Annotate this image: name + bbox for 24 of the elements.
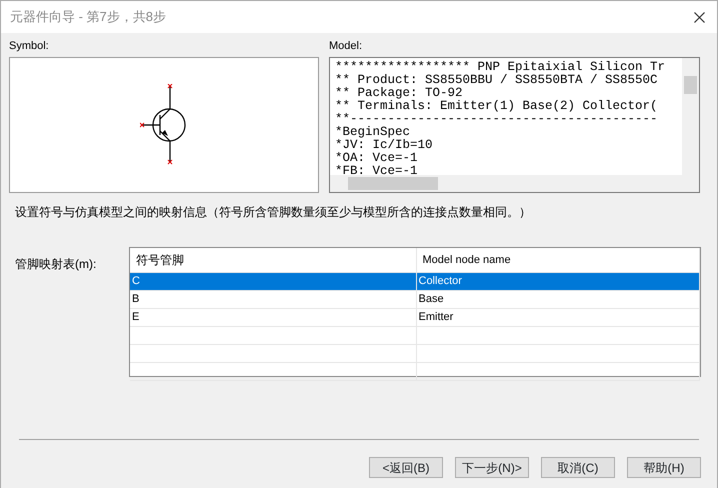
- help-button[interactable]: 帮助(H): [627, 457, 701, 478]
- table-cell: E: [132, 310, 140, 323]
- next-button[interactable]: 下一步(N)>: [455, 457, 529, 478]
- symbol-label: Symbol:: [9, 39, 50, 53]
- table-cell: Base: [418, 292, 444, 305]
- window-title: 元器件向导 - 第7步，共8步: [10, 8, 166, 26]
- model-text: ****************** PNP Epitaixial Silicon Tr ** Product: SS8550BBU / SS8550BTA / SS8550C ** Package: TO-92 ** Terminals: Emitter(1) Base(2) Collector( **----------------------------------------- *BeginSpec *JV: Ic/Ib=10 *OA: Vce=-1 *FB: Vce=-1: [330, 58, 682, 175]
- mapping-label: 管脚映射表(m):: [14, 256, 98, 273]
- table-row[interactable]: C Collector: [130, 272, 700, 290]
- table-row[interactable]: E Emitter: [130, 308, 700, 326]
- cancel-button[interactable]: 取消(C): [541, 457, 615, 478]
- table-cell: Collector: [418, 274, 462, 287]
- scrollbar-thumb[interactable]: [684, 76, 697, 94]
- column-header[interactable]: 符号管脚: [130, 248, 416, 272]
- model-label: Model:: [329, 39, 364, 53]
- description-text: 设置符号与仿真模型之间的映射信息（符号所含管脚数量须至少与模型所含的连接点数量相同。）: [15, 204, 532, 221]
- back-button[interactable]: <返回(B): [369, 457, 443, 478]
- column-header[interactable]: Model node name: [416, 248, 700, 272]
- close-icon[interactable]: [694, 12, 705, 22]
- table-cell: C: [132, 274, 140, 287]
- table-row[interactable]: B Base: [130, 290, 700, 308]
- table-cell: Emitter: [418, 310, 454, 323]
- scrollbar-thumb[interactable]: [348, 177, 438, 190]
- table-cell: B: [132, 292, 140, 305]
